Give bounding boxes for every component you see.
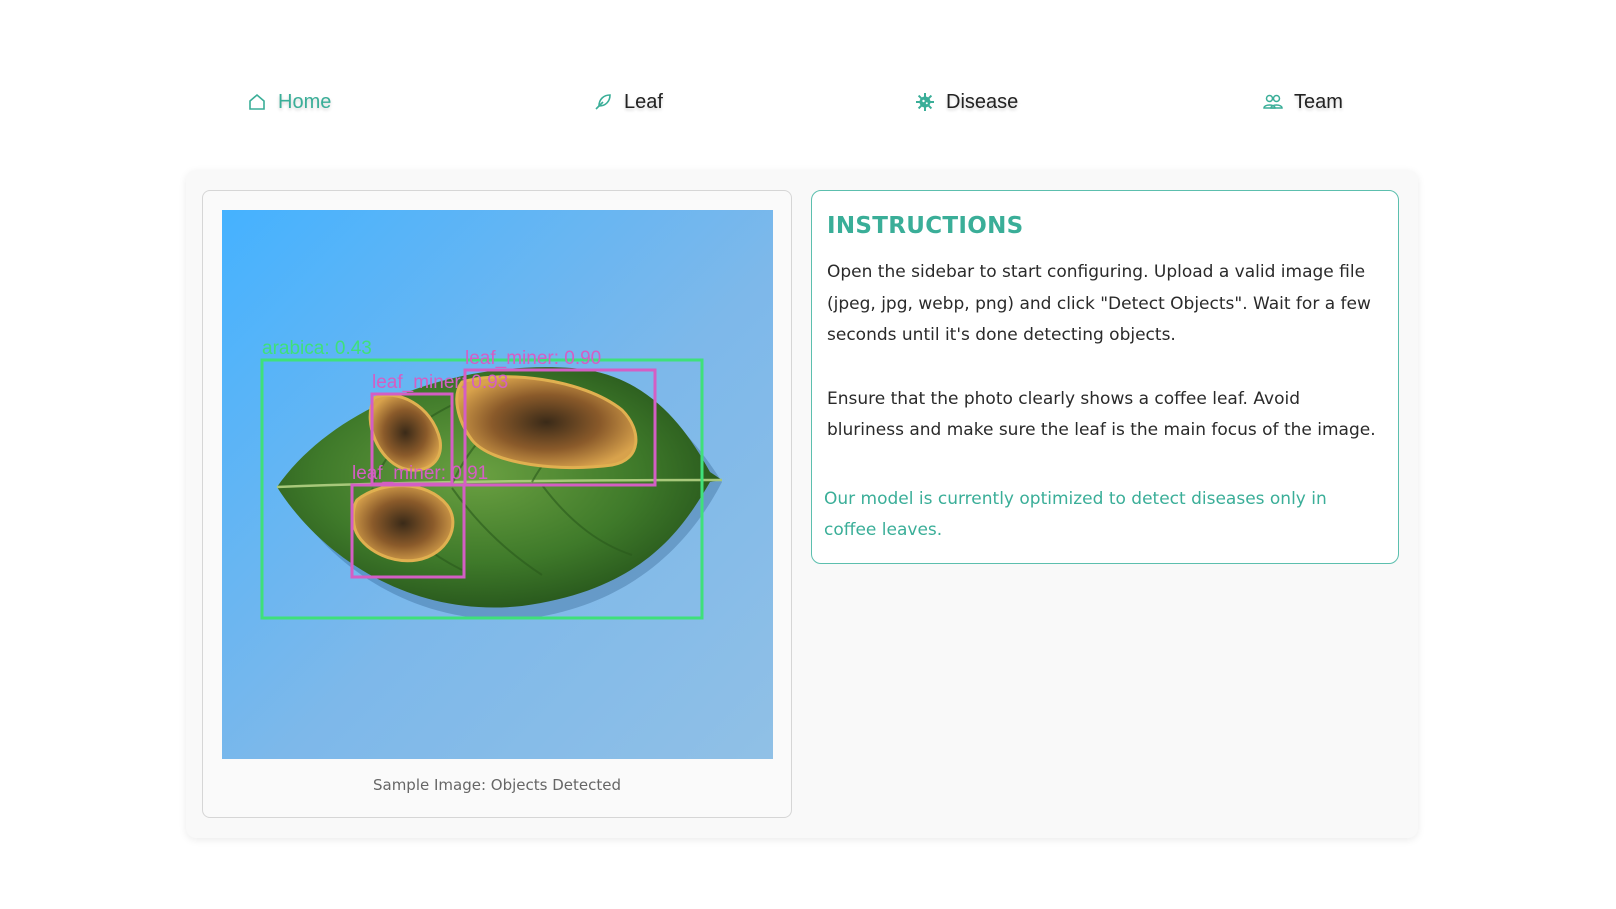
nav-item-label: Team — [1294, 90, 1343, 113]
top-navigation: Home Leaf Disease Team — [0, 80, 1616, 124]
main-panel: arabica: 0.43 leaf_miner: 0.90 leaf_mine… — [186, 170, 1418, 838]
model-note: Our model is currently optimized to dete… — [824, 488, 1327, 541]
people-icon — [1262, 91, 1284, 113]
instructions-card: INSTRUCTIONS Open the sidebar to start c… — [811, 190, 1399, 564]
detection-image: arabica: 0.43 leaf_miner: 0.90 leaf_mine… — [260, 338, 723, 620]
nav-item-label: Disease — [946, 90, 1019, 113]
instructions-paragraph: Ensure that the photo clearly shows a co… — [827, 388, 1376, 441]
virus-icon — [914, 91, 936, 113]
nav-item-label: Leaf — [624, 90, 663, 113]
nav-item-team[interactable]: Team — [1262, 80, 1343, 124]
image-caption: Sample Image: Objects Detected — [372, 776, 621, 794]
detection-label: leaf_miner: 0.90 — [465, 348, 601, 369]
nav-item-home[interactable]: Home — [246, 80, 331, 124]
nav-item-label: Home — [278, 90, 332, 113]
home-icon — [246, 91, 268, 113]
detection-label: leaf_miner: 0.93 — [372, 372, 508, 393]
nav-item-disease[interactable]: Disease — [914, 80, 1018, 124]
sample-image: arabica: 0.43 leaf_miner: 0.90 leaf_mine… — [222, 210, 773, 759]
nav-item-leaf[interactable]: Leaf — [592, 80, 663, 124]
feather-icon — [592, 91, 614, 113]
detection-label: leaf_miner: 0.91 — [352, 463, 488, 484]
sample-image-card: arabica: 0.43 leaf_miner: 0.90 leaf_mine… — [202, 190, 792, 818]
detection-label: arabica: 0.43 — [262, 338, 372, 359]
instructions-paragraph: Open the sidebar to start configuring. U… — [827, 262, 1371, 345]
instructions-title: INSTRUCTIONS — [827, 213, 1024, 239]
